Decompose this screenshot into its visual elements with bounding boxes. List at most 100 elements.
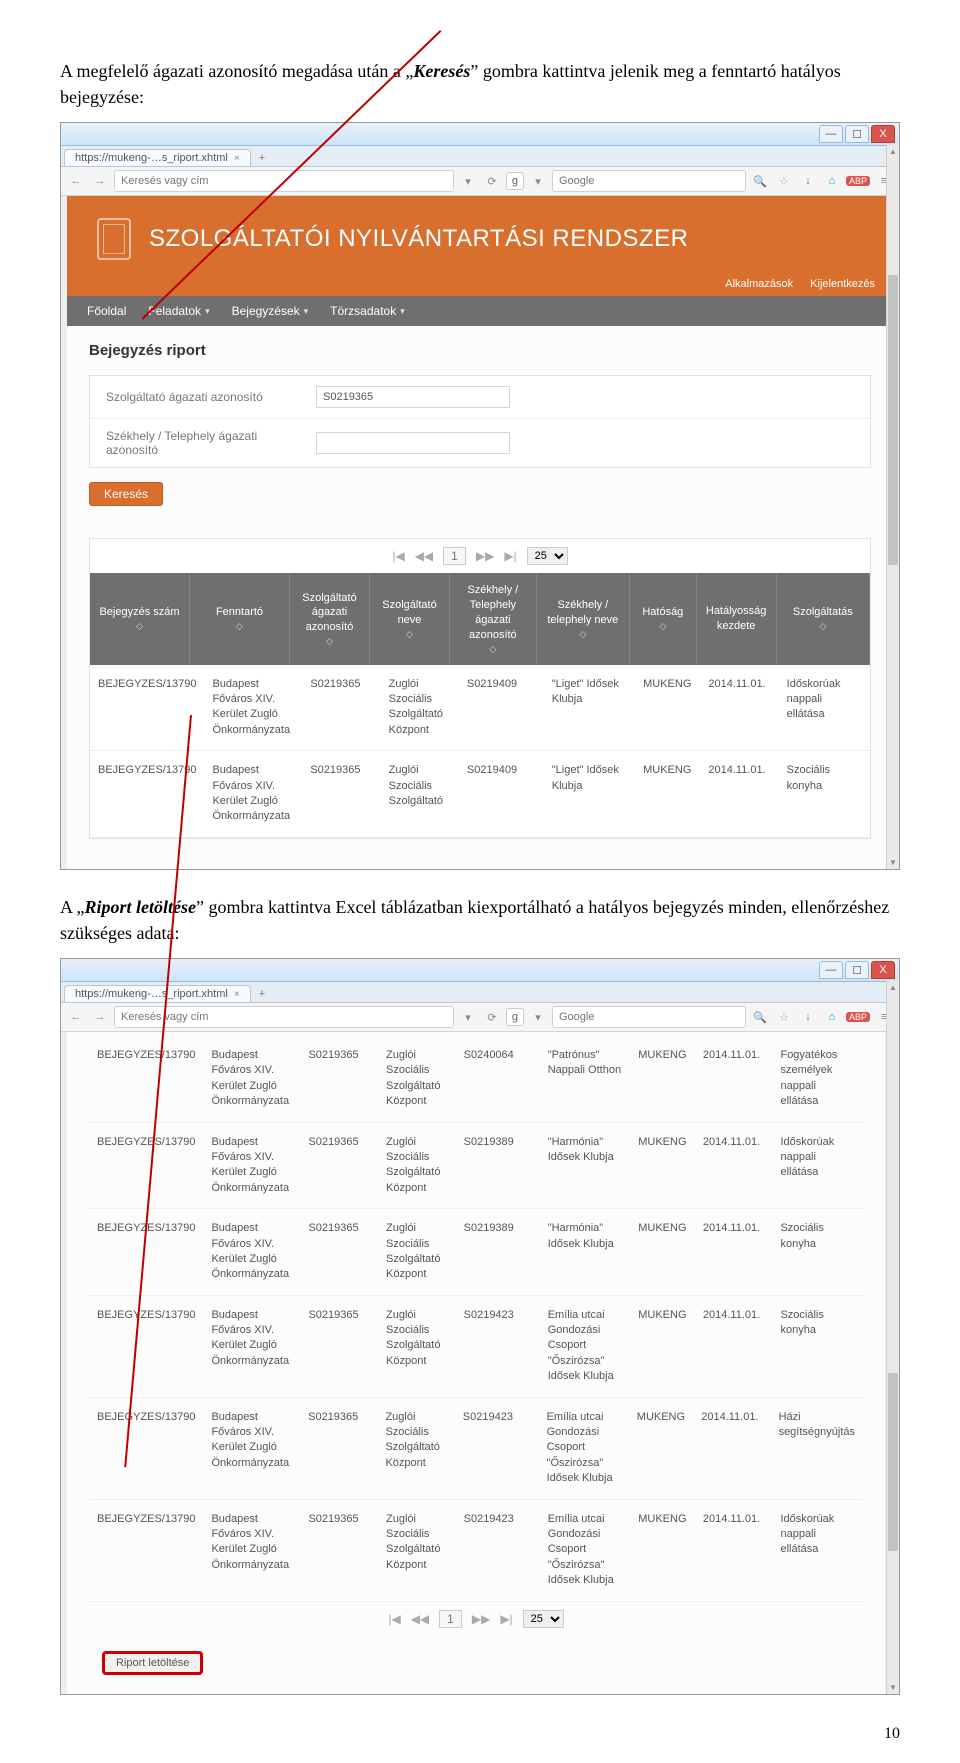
table-cell: MUKENG	[635, 751, 700, 837]
search-engine-badge[interactable]: g	[506, 1008, 524, 1026]
browser-tab-active[interactable]: https://mukeng-…s_riport.xhtml ×	[64, 149, 251, 166]
pager-page-number[interactable]: 1	[443, 547, 466, 565]
window-close-button[interactable]: X	[871, 961, 895, 979]
table-cell: BEJEGYZES/13790	[89, 1123, 203, 1209]
home-icon[interactable]: ⌂	[822, 171, 842, 191]
pager-last[interactable]: ▶|	[500, 1612, 512, 1626]
table-row[interactable]: BEJEGYZES/13790Budapest Főváros XIV. Ker…	[89, 1500, 863, 1602]
table-row[interactable]: BEJEGYZES/13790Budapest Főváros XIV. Ker…	[89, 1398, 863, 1500]
reload-button[interactable]: ⟳	[482, 1007, 502, 1027]
menu-torzsadatok[interactable]: Törzsadatok▾	[330, 304, 405, 318]
search-form-card: Szolgáltató ágazati azonosító Székhely /…	[89, 375, 871, 468]
pager-prev[interactable]: ◀◀	[411, 1612, 429, 1626]
pager-first[interactable]: |◀	[392, 549, 404, 563]
menu-fooldal[interactable]: Főoldal	[87, 304, 126, 318]
new-tab-button[interactable]: +	[253, 986, 271, 1002]
pager-first[interactable]: |◀	[388, 1612, 400, 1626]
search-icon[interactable]: 🔍	[750, 171, 770, 191]
pager-last[interactable]: ▶|	[504, 549, 516, 563]
scroll-thumb[interactable]	[888, 275, 898, 564]
browser-tab-strip: https://mukeng-…s_riport.xhtml × +	[61, 146, 899, 167]
reload-button[interactable]: ⟳	[482, 171, 502, 191]
pager-next[interactable]: ▶▶	[472, 1612, 490, 1626]
pager-next[interactable]: ▶▶	[476, 549, 494, 563]
table-cell: S0219389	[456, 1123, 540, 1209]
window-close-button[interactable]: X	[871, 125, 895, 143]
table-cell: Budapest Főváros XIV. Kerület Zugló Önko…	[203, 1500, 300, 1601]
search-engine-badge[interactable]: g	[506, 172, 524, 190]
main-menu: Főoldal Feladatok▾ Bejegyzések▾ Törzsada…	[67, 296, 893, 326]
scroll-down-icon[interactable]: ▼	[887, 857, 899, 869]
browser-tab-active[interactable]: https://mukeng-…s_riport.xhtml ×	[64, 985, 251, 1002]
new-tab-button[interactable]: +	[253, 150, 271, 166]
table-cell: Fogyatékos személyek nappali ellátása	[772, 1036, 863, 1122]
table-cell: MUKENG	[630, 1123, 695, 1209]
scroll-up-icon[interactable]: ▲	[887, 981, 899, 993]
col-szolg-neve[interactable]: Szolgáltató neve◇	[370, 573, 450, 665]
col-szekhely-agazati[interactable]: Székhely / Telephely ágazati azonosító◇	[450, 573, 537, 665]
downloads-icon[interactable]: ↓	[798, 171, 818, 191]
search-icon[interactable]: 🔍	[750, 1007, 770, 1027]
browser-search-input[interactable]	[552, 170, 746, 192]
table-row[interactable]: BEJEGYZES/13790Budapest Főváros XIV. Ker…	[89, 1296, 863, 1398]
window-min-button[interactable]: —	[819, 961, 843, 979]
close-tab-icon[interactable]: ×	[234, 153, 240, 164]
table-cell: Időskorúak nappali ellátása	[772, 1123, 863, 1209]
table-row[interactable]: BEJEGYZES/13790Budapest Főváros XIV. Ker…	[89, 1036, 863, 1123]
nav-back-button[interactable]: ←	[66, 171, 86, 191]
riport-letoltese-button[interactable]: Riport letöltése	[103, 1652, 202, 1674]
adblock-icon[interactable]: ABP	[846, 176, 870, 186]
col-fenntarto[interactable]: Fenntartó◇	[190, 573, 290, 665]
sort-icon: ◇	[406, 628, 413, 640]
window-max-button[interactable]: ☐	[845, 125, 869, 143]
nav-back-button[interactable]: ←	[66, 1007, 86, 1027]
input-szolgaltato-agazati[interactable]	[316, 386, 510, 408]
url-dropdown-icon[interactable]: ▾	[458, 171, 478, 191]
bookmark-star-icon[interactable]: ☆	[774, 1007, 794, 1027]
link-alkalmazasok[interactable]: Alkalmazások	[725, 278, 793, 290]
col-szekhely-neve[interactable]: Székhely / telephely neve◇	[537, 573, 630, 665]
bookmark-star-icon[interactable]: ☆	[774, 171, 794, 191]
home-icon[interactable]: ⌂	[822, 1007, 842, 1027]
kereses-button[interactable]: Keresés	[89, 482, 163, 506]
table-row[interactable]: BEJEGYZES/13790Budapest Főváros XIV. Ker…	[89, 1123, 863, 1210]
nav-forward-button[interactable]: →	[90, 171, 110, 191]
menu-bejegyzesek[interactable]: Bejegyzések▾	[232, 304, 309, 318]
site-title: SZOLGÁLTATÓI NYILVÁNTARTÁSI RENDSZER	[149, 225, 688, 253]
scroll-thumb[interactable]	[888, 1373, 898, 1551]
table-cell: S0219365	[302, 751, 380, 837]
adblock-icon[interactable]: ABP	[846, 1012, 870, 1022]
pager-prev[interactable]: ◀◀	[415, 549, 433, 563]
table-cell: 2014.11.01.	[700, 665, 778, 751]
browser-search-input[interactable]	[552, 1006, 746, 1028]
scrollbar[interactable]: ▲ ▼	[886, 145, 899, 869]
scrollbar[interactable]: ▲ ▼	[886, 981, 899, 1694]
pager-size-select[interactable]: 25	[523, 1610, 564, 1628]
nav-forward-button[interactable]: →	[90, 1007, 110, 1027]
table-row[interactable]: BEJEGYZES/13790Budapest Főváros XIV. Ker…	[90, 665, 870, 752]
col-hatalyossag[interactable]: Hatályosság kezdete	[697, 573, 777, 665]
col-bejegyzes-szam[interactable]: Bejegyzés szám◇	[90, 573, 190, 665]
scroll-down-icon[interactable]: ▼	[887, 1682, 899, 1694]
window-min-button[interactable]: —	[819, 125, 843, 143]
pager-page-number[interactable]: 1	[439, 1610, 462, 1628]
col-szolg-agazati[interactable]: Szolgáltató ágazati azonosító◇	[290, 573, 370, 665]
close-tab-icon[interactable]: ×	[234, 989, 240, 1000]
search-dropdown-icon[interactable]: ▾	[528, 171, 548, 191]
url-dropdown-icon[interactable]: ▾	[458, 1007, 478, 1027]
table-row[interactable]: BEJEGYZES/13790Budapest Főváros XIV. Ker…	[90, 751, 870, 838]
window-max-button[interactable]: ☐	[845, 961, 869, 979]
downloads-icon[interactable]: ↓	[798, 1007, 818, 1027]
scroll-up-icon[interactable]: ▲	[887, 145, 899, 157]
menu-feladatok[interactable]: Feladatok▾	[148, 304, 209, 318]
link-kijelentkezes[interactable]: Kijelentkezés	[810, 278, 875, 290]
pager-size-select[interactable]: 25	[527, 547, 568, 565]
table-row[interactable]: BEJEGYZES/13790Budapest Főváros XIV. Ker…	[89, 1209, 863, 1296]
chevron-down-icon: ▾	[205, 306, 210, 317]
table-cell: "Harmónia" Idősek Klubja	[540, 1123, 631, 1209]
col-szolgaltatas[interactable]: Szolgáltatás◇	[777, 573, 870, 665]
crest-logo	[97, 218, 131, 260]
input-szekhely-telephely[interactable]	[316, 432, 510, 454]
col-hatosag[interactable]: Hatóság◇	[630, 573, 697, 665]
search-dropdown-icon[interactable]: ▾	[528, 1007, 548, 1027]
